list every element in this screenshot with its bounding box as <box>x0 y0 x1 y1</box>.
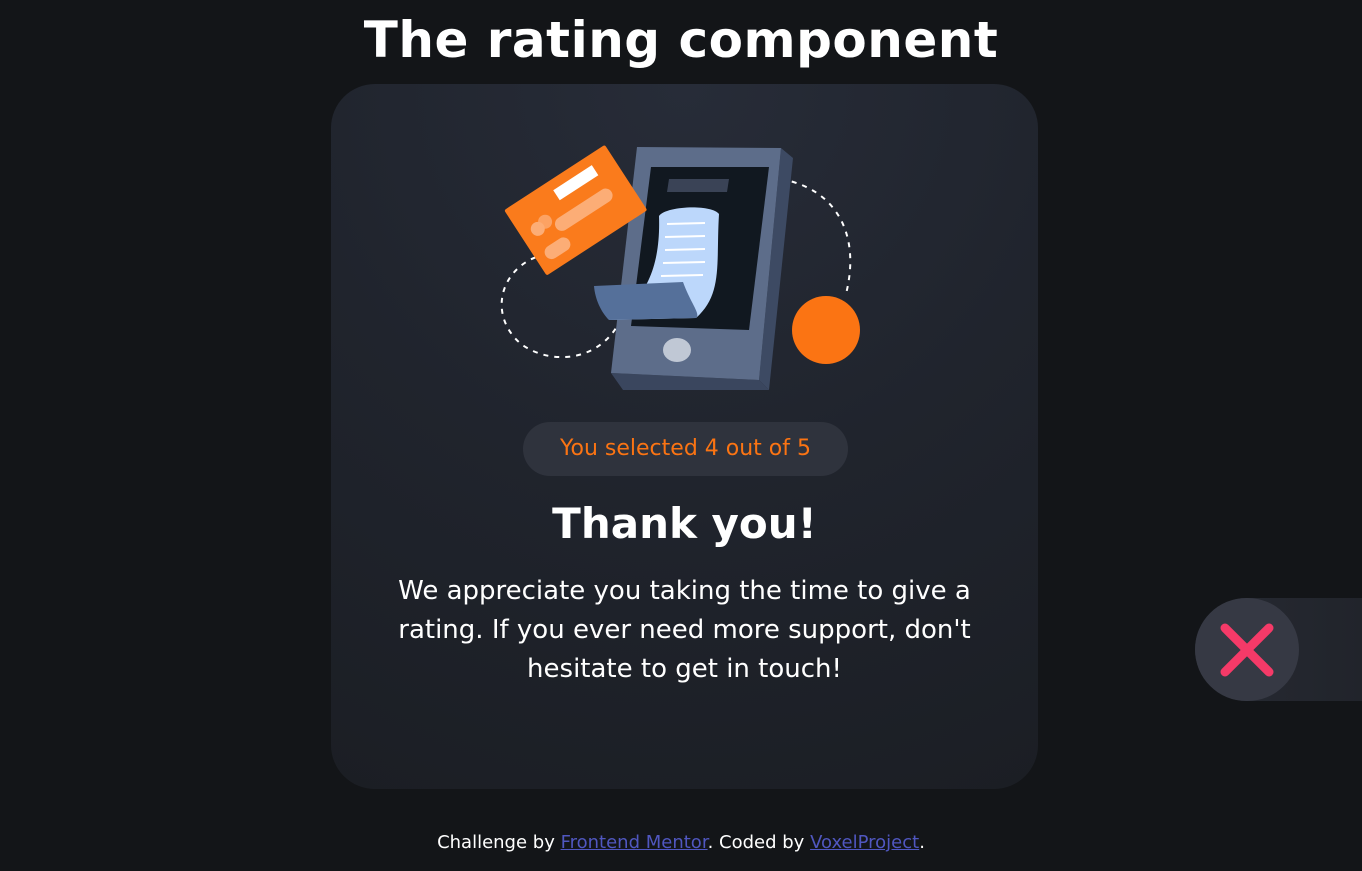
dashed-orbit-right <box>780 178 852 295</box>
close-icon <box>1220 623 1274 676</box>
page-title: The rating component <box>363 11 999 69</box>
close-button[interactable] <box>1195 598 1299 701</box>
phone-home-button <box>663 338 691 362</box>
author-link[interactable]: VoxelProject <box>810 832 919 853</box>
orange-coin <box>792 296 860 364</box>
page: The rating component You selected 4 out … <box>0 0 1362 871</box>
receipt-line <box>664 248 706 251</box>
payment-illustration <box>500 145 860 390</box>
receipt-line <box>660 274 704 277</box>
footer-prefix: Challenge by <box>437 832 561 853</box>
selected-rating-badge: You selected 4 out of 5 <box>523 422 848 476</box>
receipt-line <box>666 222 706 225</box>
receipt-line <box>662 261 706 264</box>
receipt-line <box>664 235 706 238</box>
screen-header-bar <box>667 179 729 192</box>
thank-you-card: You selected 4 out of 5 Thank you! We ap… <box>331 84 1038 789</box>
footer-suffix: . <box>919 832 925 853</box>
frontend-mentor-link[interactable]: Frontend Mentor <box>561 832 708 853</box>
close-panel <box>1195 598 1362 701</box>
footer-middle: . Coded by <box>707 832 811 853</box>
receipt-curl <box>594 282 698 320</box>
thank-you-message: We appreciate you taking the time to giv… <box>398 576 971 684</box>
thank-you-heading: Thank you! <box>552 499 817 548</box>
attribution-footer: Challenge by Frontend Mentor. Coded by V… <box>0 830 1362 856</box>
